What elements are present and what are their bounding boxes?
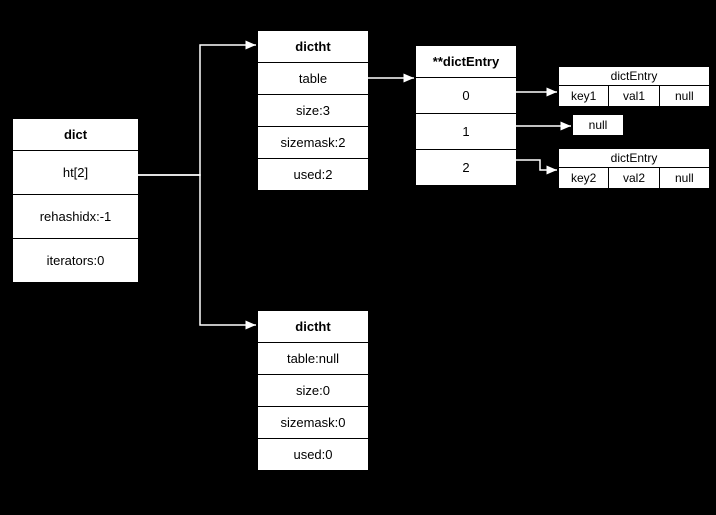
dictht1-used: used:0: [258, 439, 368, 470]
null-box: null: [572, 114, 624, 136]
dictht0-title: dictht: [258, 31, 368, 63]
dictht1-table: table:null: [258, 343, 368, 375]
entry2-title: dictEntry: [559, 149, 709, 168]
entry2-key: key2: [559, 168, 609, 188]
buckets-title: **dictEntry: [416, 46, 516, 78]
entry2-box: dictEntry key2 val2 null: [558, 148, 710, 189]
dictht1-box: dictht table:null size:0 sizemask:0 used…: [257, 310, 369, 471]
entry0-box: dictEntry key1 val1 null: [558, 66, 710, 107]
bucket-0: 0: [416, 78, 516, 114]
dictht0-sizemask: sizemask:2: [258, 127, 368, 159]
entry0-next: null: [660, 86, 709, 106]
dictht1-size: size:0: [258, 375, 368, 407]
entry2-val: val2: [609, 168, 659, 188]
dictht0-box: dictht table size:3 sizemask:2 used:2: [257, 30, 369, 191]
dictht0-size: size:3: [258, 95, 368, 127]
dict-title: dict: [13, 119, 138, 151]
entry2-next: null: [660, 168, 709, 188]
dictht1-sizemask: sizemask:0: [258, 407, 368, 439]
buckets-box: **dictEntry 0 1 2: [415, 45, 517, 186]
entry0-title: dictEntry: [559, 67, 709, 86]
bucket-2: 2: [416, 150, 516, 185]
entry0-val: val1: [609, 86, 659, 106]
dictht0-table: table: [258, 63, 368, 95]
dictht1-title: dictht: [258, 311, 368, 343]
dictht0-used: used:2: [258, 159, 368, 190]
dict-box: dict ht[2] rehashidx:-1 iterators:0: [12, 118, 139, 283]
bucket-1: 1: [416, 114, 516, 150]
dict-rehashidx: rehashidx:-1: [13, 195, 138, 239]
entry0-key: key1: [559, 86, 609, 106]
dict-ht: ht[2]: [13, 151, 138, 195]
dict-iterators: iterators:0: [13, 239, 138, 282]
